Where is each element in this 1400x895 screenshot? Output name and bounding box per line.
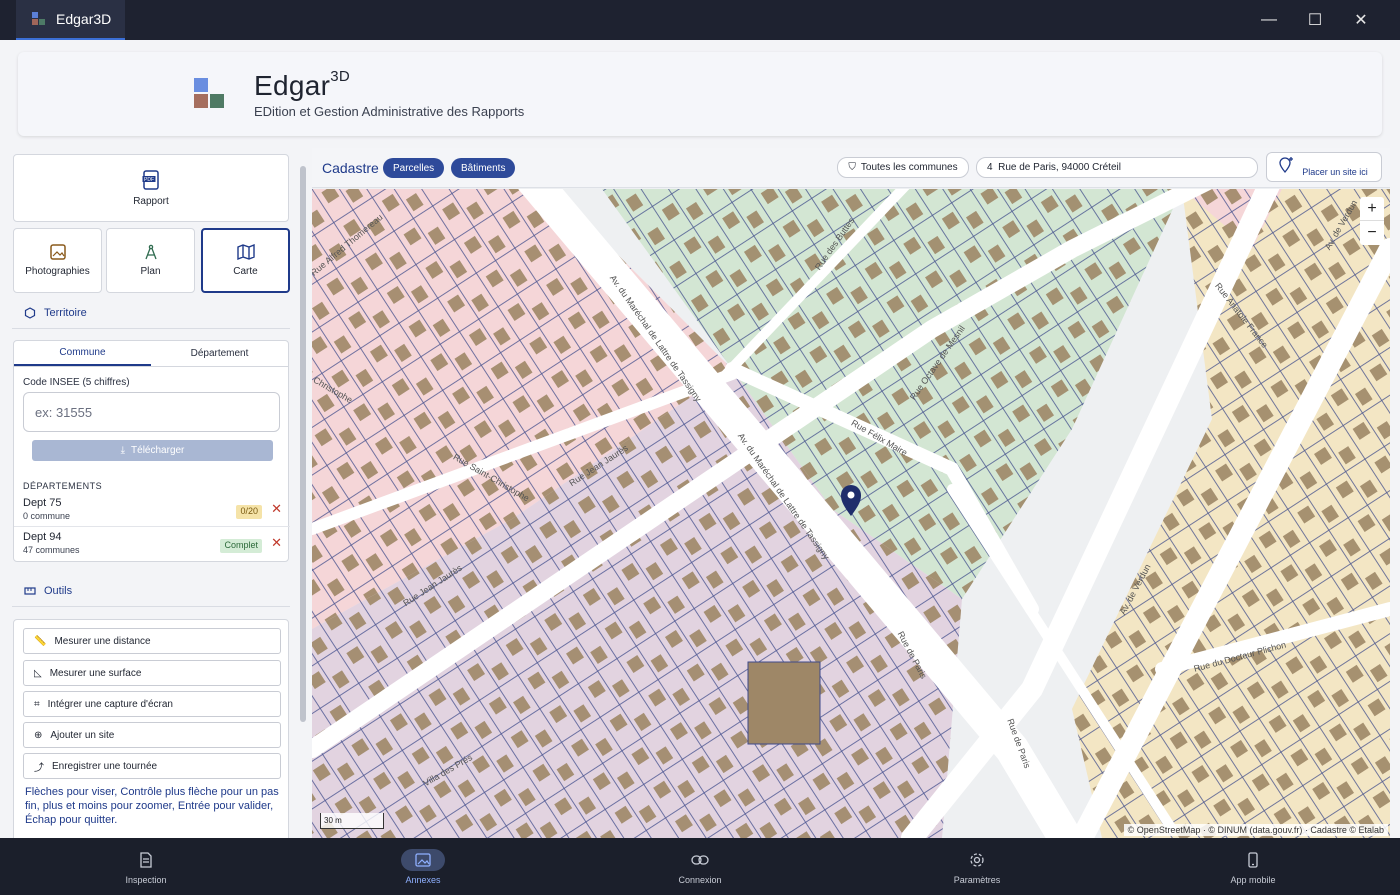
close-button[interactable]: ✕ [1338,0,1384,40]
layer-batiments-toggle[interactable]: Bâtiments [451,158,516,178]
departements-heading: DÉPARTEMENTS [23,481,103,491]
triangle-icon: ◺ [34,667,42,679]
tab-departement[interactable]: Département [151,341,288,366]
image-icon [49,244,66,260]
code-insee-label: Code INSEE (5 chiffres) [23,377,130,388]
map-toolbar: Cadastre Parcelles Bâtiments ⛉ Toutes les… [312,148,1390,188]
crop-icon: ⌗ [34,698,40,710]
pdf-icon: PDF [142,169,159,190]
record-tour-button[interactable]: ⤴ Enregistrer une tournée [23,753,281,779]
carte-button[interactable]: Carte [201,228,290,293]
zoom-in-button[interactable]: + [1360,197,1384,221]
territoire-section-title[interactable]: Territoire [24,307,87,319]
maximize-button[interactable]: ☐ [1292,0,1338,40]
app-header: Edgar3D EDition et Gestion Administrativ… [18,52,1382,136]
svg-text:PDF: PDF [144,177,154,183]
map-icon [236,244,255,260]
divider [12,606,290,607]
zoom-out-button[interactable]: − [1360,221,1384,245]
status-badge: 0/20 [236,505,262,519]
title-bar: Edgar3D — ☐ ✕ [0,0,1400,40]
route-icon: ⤴ [34,762,44,774]
pin-add-icon [1279,157,1293,174]
app-logo-icon [32,12,46,26]
map-panel: Cadastre Parcelles Bâtiments ⛉ Toutes les… [312,148,1390,838]
dept-row: Dept 75 0 commune 0/20 ✕ [14,495,290,527]
ruler-icon [24,587,36,595]
download-button[interactable]: ⤓ Télécharger [32,440,273,461]
commune-filter-button[interactable]: ⛉ Toutes les communes [837,157,969,178]
outils-card: 📏 Mesurer une distance ◺ Mesurer une surfa… [13,619,289,838]
place-site-button[interactable]: Placer un site ici [1266,152,1382,182]
pin-add-icon: ⊕ [34,729,43,741]
minimize-button[interactable]: — [1246,0,1292,40]
add-site-button[interactable]: ⊕ Ajouter un site [23,722,281,748]
address-input[interactable] [976,157,1258,178]
nav-connexion[interactable]: Connexion [640,838,760,895]
screenshot-button[interactable]: ⌗ Intégrer une capture d'écran [23,691,281,717]
nav-parametres[interactable]: Paramètres [917,838,1037,895]
divider [12,328,290,329]
filter-icon: ⛉ [848,162,856,173]
cadastre-map[interactable]: Av. du Maréchal de Lattre de Tassigny Av… [312,189,1390,838]
nav-inspection[interactable]: Inspection [86,838,206,895]
app-tab[interactable]: Edgar3D [16,0,125,40]
phone-icon [1231,849,1275,871]
bottom-navigation: Inspection Annexes Connexion Paramètres … [0,838,1400,895]
outils-section-title[interactable]: Outils [24,585,72,597]
map-scale: 30 m [320,813,384,829]
dept-row: Dept 94 47 communes Complet ✕ [23,531,282,555]
gear-icon [955,849,999,871]
map-canvas[interactable] [312,189,1390,838]
remove-icon[interactable]: ✕ [271,501,282,517]
link-icon [678,849,722,871]
window-title: Edgar3D [56,11,112,27]
document-icon [124,849,168,871]
map-title: Cadastre [322,160,379,176]
edgar-logo [194,78,228,110]
sidebar: PDF Rapport Photographies Plan Carte Ter… [12,152,290,838]
remove-icon[interactable]: ✕ [271,535,282,551]
app-window: Edgar3D — ☐ ✕ Edgar3D EDition et Gestion… [0,0,1400,895]
measure-surface-button[interactable]: ◺ Mesurer une surface [23,660,281,686]
sidebar-scrollbar[interactable] [298,152,308,838]
download-icon: ⤓ [120,445,126,456]
app-name: Edgar3D [254,67,350,101]
status-badge: Complet [220,539,262,553]
map-attribution: © OpenStreetMap · © DINUM (data.gouv.fr)… [1123,824,1388,836]
image-icon [401,848,445,871]
layer-parcelles-toggle[interactable]: Parcelles [383,158,445,178]
photographies-button[interactable]: Photographies [13,228,102,293]
measure-distance-button[interactable]: 📏 Mesurer une distance [23,628,281,654]
code-insee-input[interactable] [23,392,280,432]
app-tagline: EDition et Gestion Administrative des Ra… [254,104,525,119]
rapport-button[interactable]: PDF Rapport [13,154,289,222]
help-text: Flèches pour viser, Contrôle plus flèche… [25,786,279,826]
plan-button[interactable]: Plan [106,228,195,293]
tab-commune[interactable]: Commune [14,341,151,366]
nav-annexes[interactable]: Annexes [363,838,483,895]
nav-app-mobile[interactable]: App mobile [1193,838,1313,895]
compass-icon [144,244,157,260]
territoire-card: Commune Département Code INSEE (5 chiffr… [13,340,290,562]
hexagon-icon [24,307,36,319]
ruler-icon: 📏 [34,635,47,647]
